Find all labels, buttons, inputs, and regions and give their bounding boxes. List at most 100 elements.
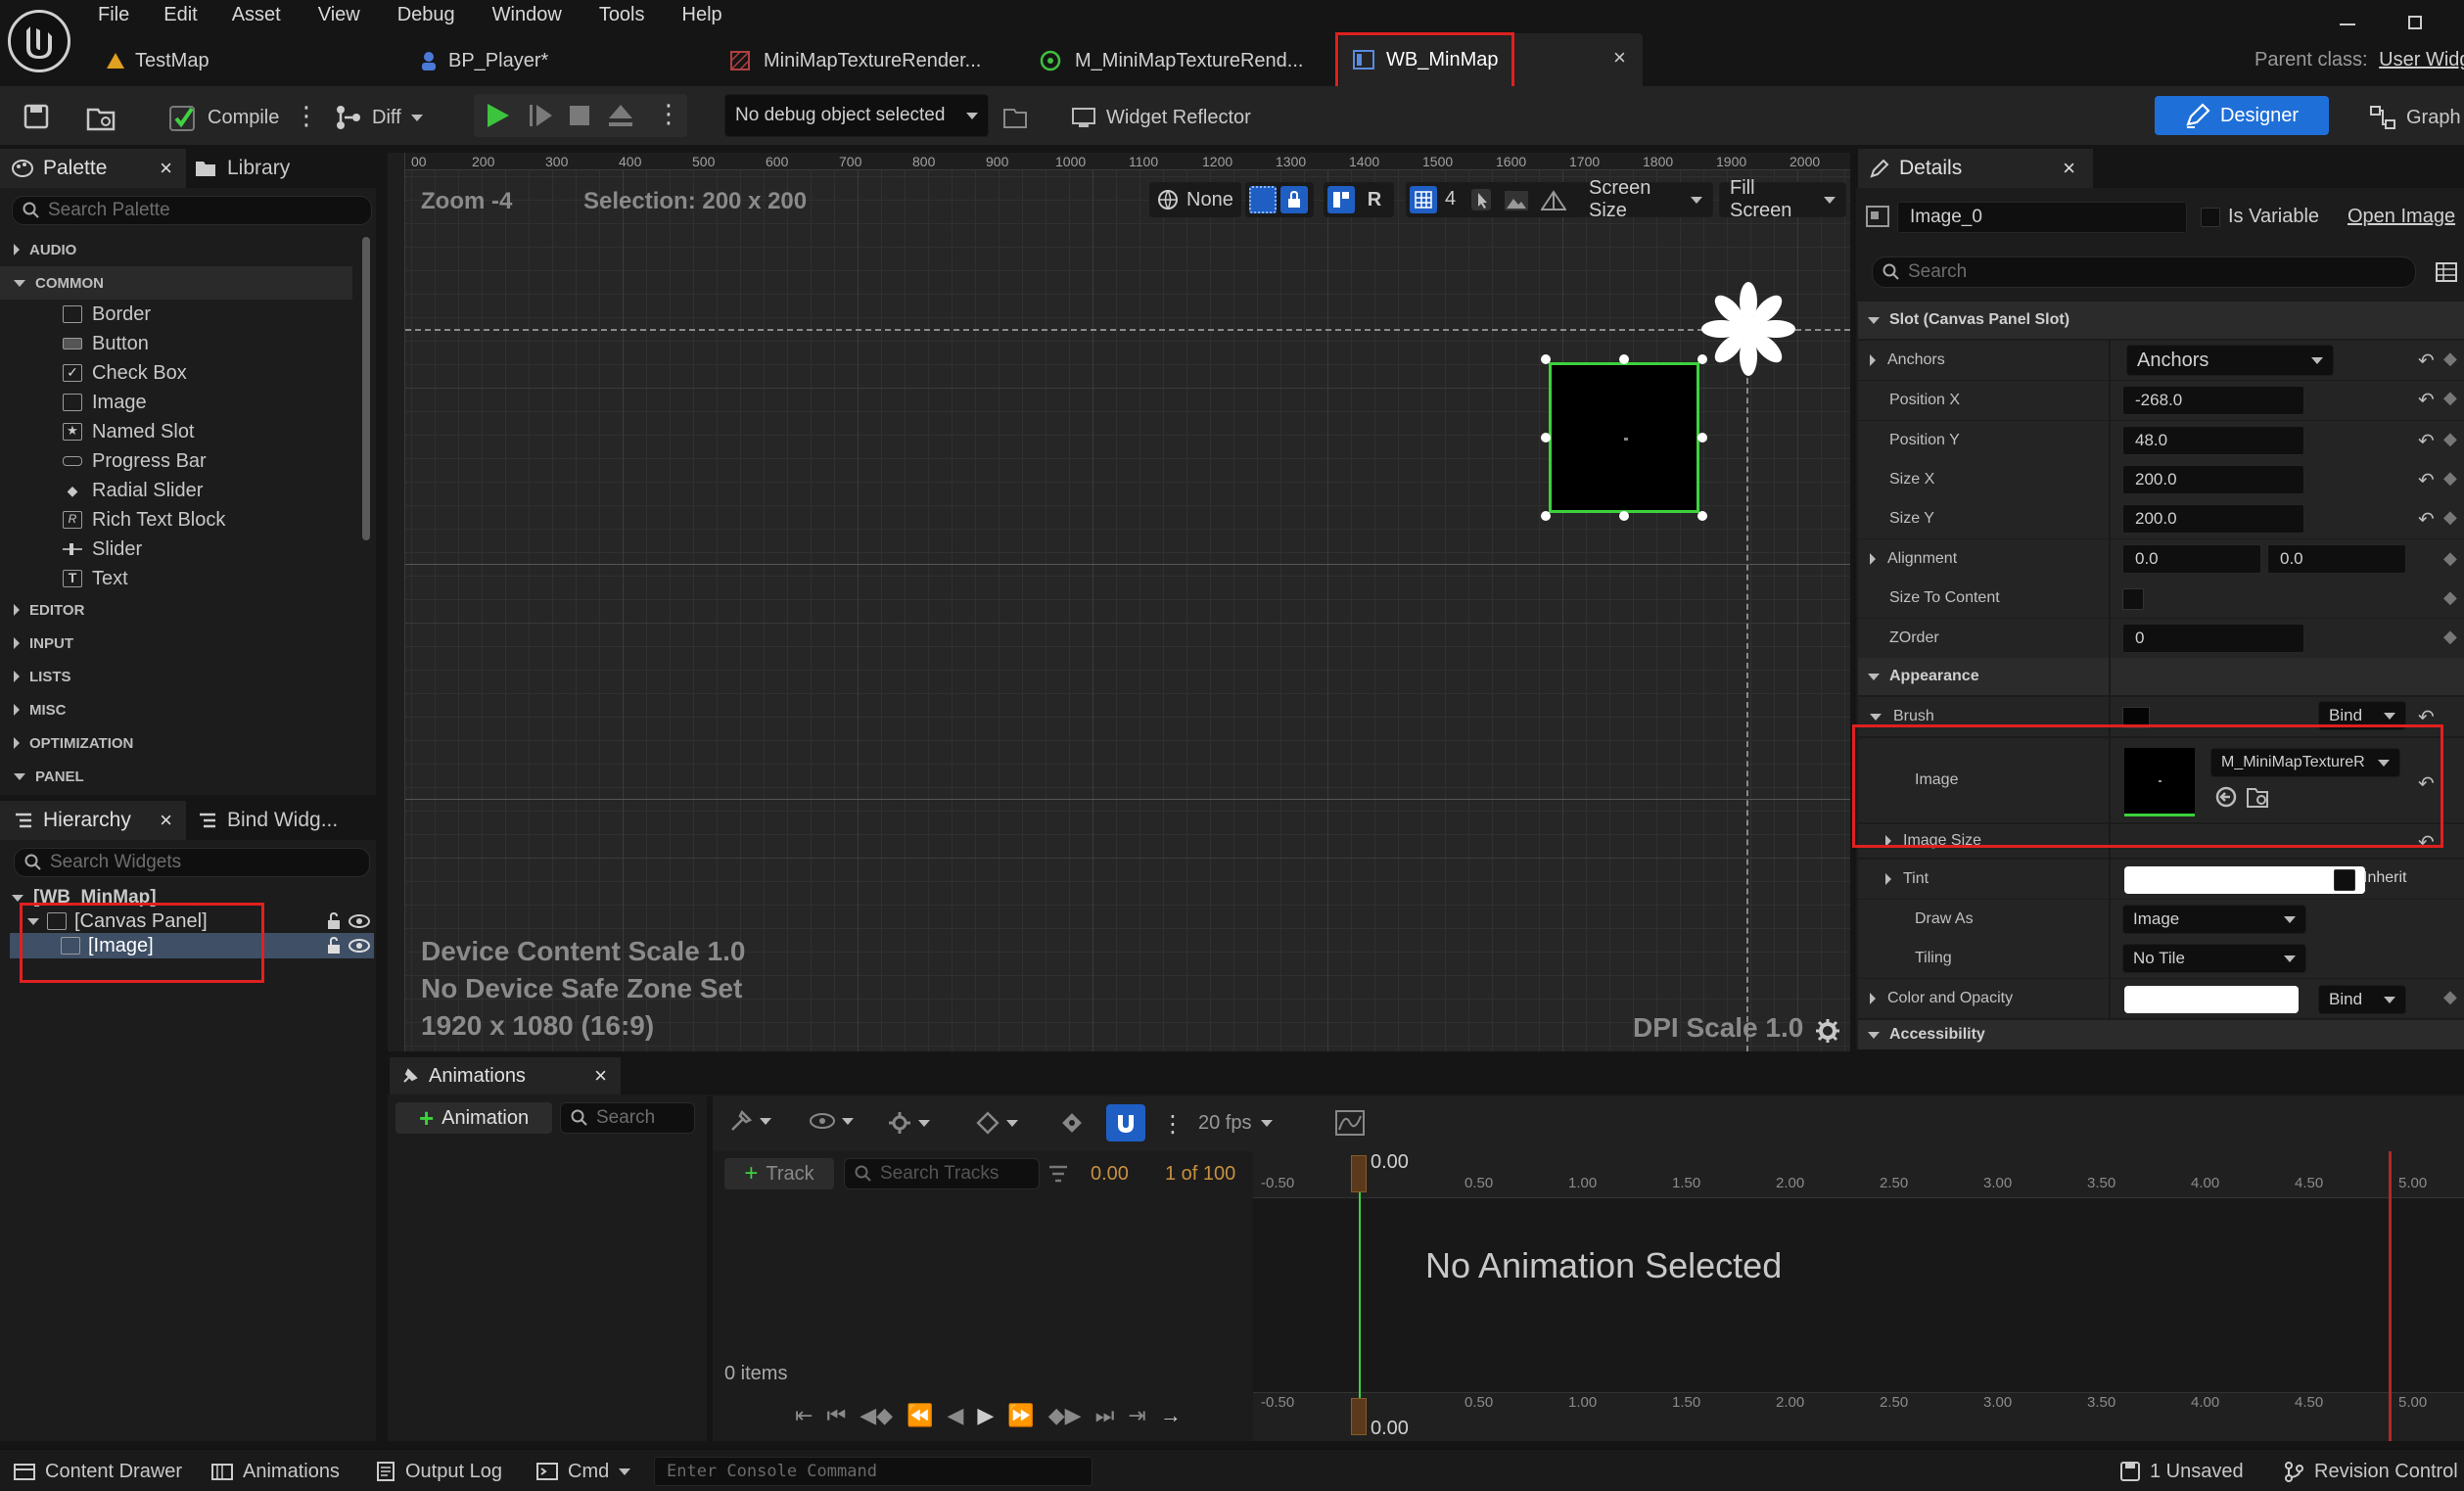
prev-key-icon[interactable]: ⏮	[826, 1403, 846, 1428]
size-to-content-checkbox[interactable]	[2122, 588, 2144, 610]
section-appearance[interactable]: Appearance	[1858, 658, 2464, 695]
palette-item-border[interactable]: Border	[63, 300, 151, 329]
is-variable-checkbox[interactable]	[2201, 208, 2220, 227]
keyframe-icon[interactable]: ◆	[2443, 429, 2457, 449]
marquee-select-icon[interactable]	[1249, 186, 1277, 213]
close-animations-icon[interactable]: ×	[594, 1063, 607, 1089]
keyframe-icon[interactable]: ◆	[2443, 468, 2457, 489]
anchor-medallion-icon[interactable]	[1699, 280, 1797, 378]
palette-item-radial-slider[interactable]: ◆ Radial Slider	[63, 476, 204, 505]
widget-reflector-button[interactable]: Widget Reflector	[1071, 98, 1251, 137]
reset-to-default-icon[interactable]: ↶	[2418, 429, 2435, 453]
reset-to-default-icon[interactable]: ↶	[2418, 507, 2435, 532]
tab-bp-player[interactable]: BP_Player*	[419, 45, 548, 76]
alignment-y-input[interactable]: 0.0	[2267, 544, 2406, 574]
parent-class-link[interactable]: User Widg	[2379, 49, 2464, 70]
output-log-button[interactable]: Output Log	[376, 1457, 502, 1486]
menu-file[interactable]: File	[98, 4, 129, 33]
screen-size-select[interactable]: Screen Size	[1578, 177, 1713, 221]
palette-item-slider[interactable]: Slider	[63, 535, 142, 564]
widget-name-input[interactable]: Image_0	[1897, 202, 2187, 233]
next-frame-icon[interactable]: ◆▶	[1048, 1403, 1082, 1428]
resize-handle-bl[interactable]	[1541, 511, 1551, 521]
reset-to-default-icon[interactable]: ↶	[2418, 468, 2435, 492]
chevron-right-icon[interactable]	[1870, 993, 1876, 1004]
palette-item-named-slot[interactable]: ★ Named Slot	[63, 417, 195, 446]
open-image-link[interactable]: Open Image	[2348, 206, 2455, 228]
jump-to-start-icon[interactable]: ⇤	[795, 1403, 813, 1428]
keyframe-icon[interactable]: ◆	[2443, 987, 2457, 1007]
sequencer-settings-icon[interactable]	[887, 1110, 930, 1136]
color-opacity-swatch[interactable]	[2124, 986, 2299, 1013]
menu-help[interactable]: Help	[682, 4, 722, 33]
color-bind-button[interactable]: Bind	[2318, 985, 2406, 1014]
inherit-checkbox[interactable]	[2334, 869, 2355, 891]
debug-filter-icon[interactable]	[1002, 106, 1028, 129]
close-details-icon[interactable]: ×	[2063, 156, 2075, 181]
keyframe-icon[interactable]: ◆	[2443, 548, 2457, 569]
size-x-input[interactable]: 200.0	[2122, 465, 2304, 494]
zorder-input[interactable]: 0	[2122, 624, 2304, 653]
chevron-right-icon[interactable]	[1870, 553, 1876, 565]
step-icon[interactable]	[527, 102, 554, 129]
lock-icon[interactable]	[325, 937, 343, 955]
menu-window[interactable]: Window	[492, 4, 562, 33]
palette-search-input[interactable]: Search Palette	[12, 196, 372, 225]
section-accessibility[interactable]: Accessibility	[1858, 1020, 2464, 1049]
close-tab-icon[interactable]: ×	[1613, 45, 1626, 70]
reset-to-default-icon[interactable]: ↶	[2418, 388, 2435, 412]
dpi-settings-gear-icon[interactable]	[1815, 1018, 1840, 1044]
resize-handle-br[interactable]	[1697, 511, 1707, 521]
keyframe-icon[interactable]: ◆	[2443, 349, 2457, 369]
category-lists[interactable]: LISTS	[0, 660, 352, 693]
size-y-input[interactable]: 200.0	[2122, 504, 2304, 534]
palette-item-image[interactable]: Image	[63, 388, 147, 417]
layout-snap-icon[interactable]	[1327, 186, 1355, 213]
cmd-select[interactable]: Cmd	[536, 1457, 631, 1486]
browse-asset-icon[interactable]	[86, 104, 116, 131]
tab-hierarchy[interactable]: Hierarchy ×	[0, 801, 186, 840]
designer-viewport[interactable]: 00 200 300 400 500 600 700 800 900 1000 …	[388, 153, 1850, 1051]
section-slot[interactable]: Slot (Canvas Panel Slot)	[1858, 302, 2464, 339]
current-time[interactable]: 0.00	[1091, 1163, 1129, 1186]
visibility-eye-icon[interactable]	[349, 938, 370, 954]
menu-view[interactable]: View	[318, 4, 360, 33]
resize-handle-ml[interactable]	[1541, 433, 1551, 443]
tint-color-swatch[interactable]	[2124, 866, 2365, 894]
category-misc[interactable]: MISC	[0, 693, 352, 726]
prev-frame-icon[interactable]: ◀◆	[860, 1403, 893, 1428]
sequencer-view-icon[interactable]	[809, 1112, 854, 1130]
palette-item-text[interactable]: T Text	[63, 564, 128, 593]
playhead-handle-bottom[interactable]	[1351, 1398, 1367, 1435]
chevron-right-icon[interactable]	[1885, 873, 1891, 885]
selected-image-widget[interactable]	[1549, 362, 1699, 513]
fill-screen-select[interactable]: Fill Screen	[1719, 177, 1846, 221]
debug-object-select[interactable]: No debug object selected	[724, 94, 989, 137]
tab-animations[interactable]: Animations ×	[390, 1057, 621, 1095]
keyframe-icon[interactable]: ◆	[2443, 587, 2457, 608]
background-tool-icon[interactable]	[1504, 190, 1529, 211]
save-icon[interactable]	[23, 104, 49, 129]
play-reverse-icon[interactable]: ◀	[948, 1403, 964, 1428]
keyframe-icon[interactable]: ◆	[2443, 507, 2457, 528]
palette-item-rich-text-block[interactable]: R Rich Text Block	[63, 505, 225, 535]
compile-button[interactable]: Compile	[168, 98, 279, 137]
console-command-input[interactable]: Enter Console Command	[654, 1457, 1093, 1486]
key-interp-icon[interactable]	[975, 1110, 1018, 1136]
palette-scrollbar[interactable]	[362, 237, 370, 540]
palette-item-check-box[interactable]: ✓ Check Box	[63, 358, 187, 388]
anchors-select[interactable]: Anchors	[2126, 345, 2334, 376]
menu-edit[interactable]: Edit	[163, 4, 197, 33]
playhead-handle-top[interactable]	[1351, 1155, 1367, 1192]
grid-snap-icon[interactable]	[1410, 186, 1437, 213]
playback-range-end[interactable]	[2389, 1151, 2392, 1441]
play-options-icon[interactable]: ⋮	[656, 101, 681, 126]
loop-icon[interactable]: →	[1160, 1403, 1182, 1428]
restore-button[interactable]	[2404, 12, 2428, 35]
resize-handle-bm[interactable]	[1619, 511, 1629, 521]
minimize-button[interactable]	[2340, 12, 2363, 31]
resize-handle-tl[interactable]	[1541, 354, 1551, 364]
animations-drawer-button[interactable]: Animations	[211, 1457, 340, 1486]
category-editor[interactable]: EDITOR	[0, 593, 352, 627]
eject-icon[interactable]	[607, 102, 634, 129]
